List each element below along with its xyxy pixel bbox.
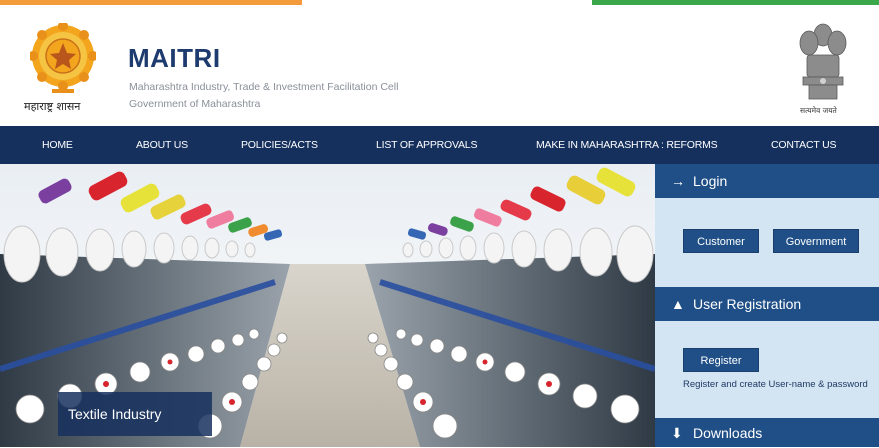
user-registration-header: ▲ User Registration	[655, 287, 879, 321]
government-label: Government of Maharashtra	[129, 98, 261, 110]
nav-home[interactable]: HOME	[42, 126, 73, 164]
nav-policies-acts[interactable]: POLICIES/ACTS	[241, 126, 318, 164]
register-button[interactable]: Register	[683, 348, 759, 372]
maharashtra-seal-icon[interactable]	[30, 23, 96, 95]
downloads-icon: ⬇	[671, 425, 683, 441]
customer-login-button[interactable]: Customer	[683, 229, 759, 253]
nav-list-of-approvals[interactable]: LIST OF APPROVALS	[376, 126, 477, 164]
nav-contact-us[interactable]: CONTACT US	[771, 126, 836, 164]
emblem-motto: सत्यमेव जयते	[800, 106, 837, 115]
registration-note: Register and create User-name & password	[683, 379, 868, 390]
site-header: महाराष्ट्र शासन MAITRI Maharashtra Indus…	[0, 5, 879, 126]
government-login-button[interactable]: Government	[773, 229, 859, 253]
downloads-title[interactable]: Downloads	[693, 425, 762, 441]
nav-make-in-maharashtra[interactable]: MAKE IN MAHARASHTRA : REFORMS	[536, 126, 718, 164]
user-icon: ▲	[671, 296, 685, 312]
login-title: Login	[693, 173, 728, 189]
hero-caption: Textile Industry	[58, 392, 212, 436]
user-registration-title: User Registration	[693, 296, 802, 312]
state-name-text: महाराष्ट्र शासन	[24, 100, 81, 113]
national-emblem-icon	[799, 23, 847, 100]
main-nav: HOME ABOUT US POLICIES/ACTS LIST OF APPR…	[0, 126, 879, 164]
login-header: → Login	[655, 164, 879, 198]
login-icon: →	[671, 173, 685, 189]
nav-about-us[interactable]: ABOUT US	[136, 126, 188, 164]
downloads-header[interactable]: ⬇ Downloads	[655, 418, 879, 447]
site-subtitle: Maharashtra Industry, Trade & Investment…	[129, 81, 399, 93]
site-title[interactable]: MAITRI	[128, 43, 221, 74]
